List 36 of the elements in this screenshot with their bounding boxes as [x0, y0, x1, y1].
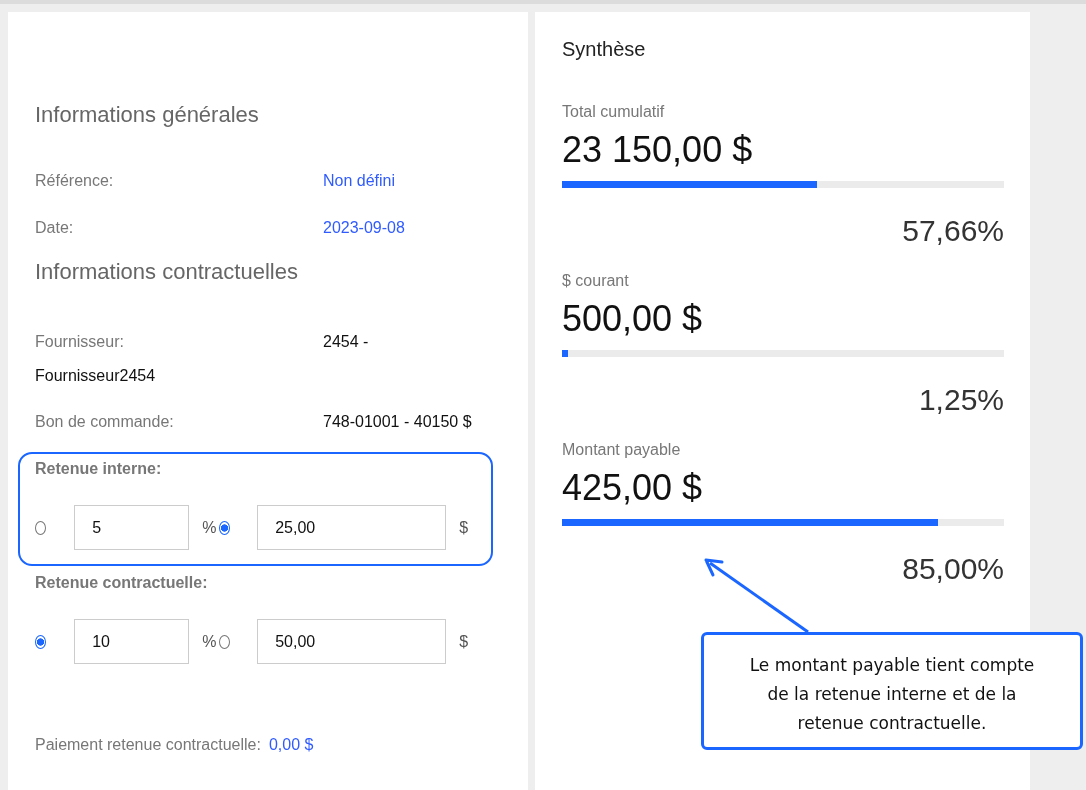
field-value: 2454 -	[323, 333, 369, 350]
section-heading: Informations contractuelles	[35, 259, 299, 285]
field-label: Bon de commande:	[35, 412, 175, 432]
metric-amount: 500,00 $	[562, 298, 704, 340]
panel-title: Synthèse	[562, 38, 647, 61]
field-link[interactable]: Non défini	[323, 172, 396, 189]
input-field[interactable]: 50,00	[257, 619, 447, 664]
radio-button[interactable]	[35, 634, 47, 649]
unit-label: $	[459, 518, 470, 537]
metric-percent: 85,00%	[902, 552, 1004, 587]
metric-label: $ courant	[562, 272, 630, 290]
metric-amount: 23 150,00 $	[562, 129, 754, 171]
metric-label: Total cumulatif	[562, 103, 666, 121]
input-field[interactable]: 5	[74, 505, 190, 550]
unit-label: %	[202, 518, 218, 537]
section-label: Retenue contractuelle:	[35, 574, 209, 592]
section-heading: Informations générales	[35, 102, 260, 128]
field-value: Fournisseur2454	[35, 366, 156, 386]
field-label: Paiement retenue contractuelle:	[35, 736, 261, 753]
field-label: Date:	[35, 218, 75, 238]
metric-label: Montant payable	[562, 441, 682, 459]
input-field[interactable]: 25,00	[257, 505, 447, 550]
unit-label: $	[459, 632, 470, 651]
callout-note: Le montant payable tient compte de la retenue interne et de la retenue contractuelle.	[701, 632, 1083, 750]
section-label: Retenue interne:	[35, 460, 163, 478]
input-field[interactable]: 10	[74, 619, 190, 664]
metric-percent: 1,25%	[918, 383, 1004, 418]
field-link[interactable]: 2023-09-08	[323, 219, 405, 236]
metric-amount: 425,00 $	[562, 467, 704, 509]
metric-percent: 57,66%	[902, 214, 1004, 249]
unit-label: %	[202, 632, 218, 651]
field-value: 748-01001 - 40150 $	[323, 413, 472, 430]
field-label: Fournisseur:	[35, 332, 125, 352]
radio-button[interactable]	[219, 520, 231, 535]
field-link[interactable]: 0,00 $	[268, 736, 314, 753]
field-label: Référence:	[35, 171, 115, 191]
